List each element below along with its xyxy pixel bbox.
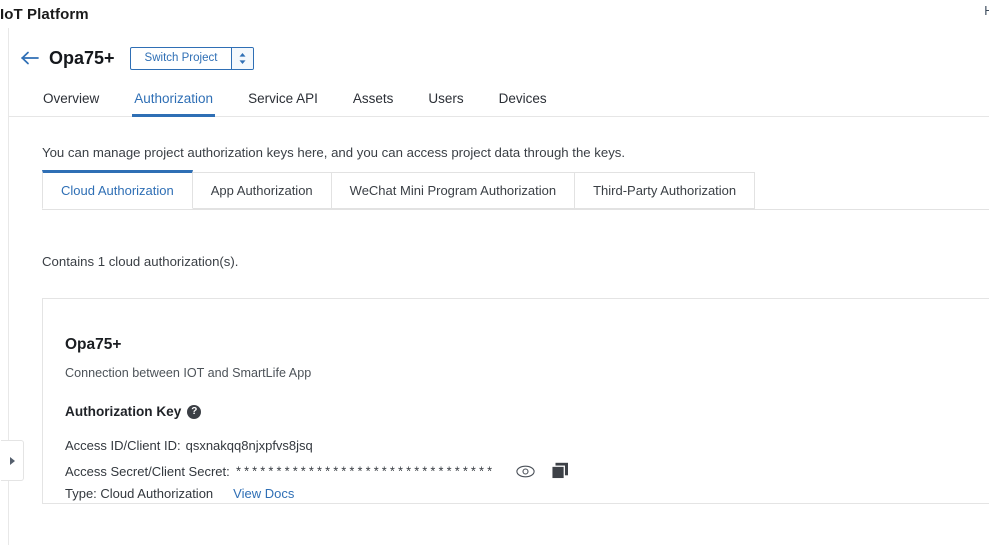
card-subtitle: Connection between IOT and SmartLife App — [65, 366, 312, 380]
access-id-row: Access ID/Client ID: qsxnakqq8njxpfvs8js… — [65, 438, 313, 453]
authorization-type-row: Type: Cloud Authorization View Docs — [65, 486, 294, 501]
switch-project-chevron[interactable] — [231, 47, 254, 69]
main-tab-service-api[interactable]: Service API — [248, 91, 318, 117]
sub-tab-cloud-authorization[interactable]: Cloud Authorization — [42, 170, 193, 209]
reveal-secret-button[interactable] — [516, 465, 535, 478]
chevron-updown-icon — [239, 52, 246, 64]
sub-tab-app-authorization[interactable]: App Authorization — [192, 172, 332, 209]
sub-tab-wechat-mini-program-authorization[interactable]: WeChat Mini Program Authorization — [331, 172, 576, 209]
access-id-label: Access ID/Client ID: — [65, 438, 181, 453]
copy-icon — [551, 462, 568, 480]
access-secret-row: Access Secret/Client Secret: ***********… — [65, 462, 569, 480]
authorization-card: Opa75+ Connection between IOT and SmartL… — [42, 298, 989, 504]
help-icon[interactable]: ? — [187, 404, 202, 419]
main-tab-assets[interactable]: Assets — [353, 91, 394, 117]
project-name: Opa75+ — [49, 47, 115, 68]
sub-tab-bar: Cloud Authorization App Authorization We… — [42, 170, 756, 209]
content-area: You can manage project authorization key… — [9, 118, 989, 545]
main-tab-users[interactable]: Users — [428, 91, 463, 117]
global-header: IoT Platform Hel — [0, 0, 989, 28]
copy-secret-button[interactable] — [551, 462, 569, 480]
sub-tab-third-party-authorization[interactable]: Third-Party Authorization — [575, 172, 756, 209]
main-tab-devices[interactable]: Devices — [499, 91, 547, 117]
authorization-type-label: Type: Cloud Authorization — [65, 486, 214, 501]
sub-tab-divider — [42, 209, 989, 210]
authorization-key-heading: Authorization Key ? — [65, 404, 202, 419]
eye-icon — [516, 465, 535, 477]
authorization-count: Contains 1 cloud authorization(s). — [42, 254, 239, 269]
switch-project-select[interactable]: Switch Project — [129, 46, 255, 70]
access-id-value: qsxnakqq8njxpfvs8jsq — [185, 438, 313, 453]
help-link[interactable]: Hel — [984, 4, 989, 18]
main-tab-overview[interactable]: Overview — [43, 91, 99, 117]
authorization-key-label: Authorization Key — [65, 404, 182, 419]
switch-project-label: Switch Project — [144, 52, 218, 64]
card-title: Opa75+ — [65, 336, 122, 353]
intro-description: You can manage project authorization key… — [42, 145, 626, 160]
access-secret-masked-value: ******************************** — [234, 466, 494, 480]
access-secret-label: Access Secret/Client Secret: — [65, 463, 230, 479]
back-button[interactable] — [17, 47, 43, 69]
project-header-band: Opa75+ Switch Project Overview Authoriza… — [9, 29, 989, 117]
brand-title: IoT Platform — [0, 5, 89, 23]
arrow-left-icon — [21, 51, 39, 65]
project-row: Opa75+ Switch Project — [17, 44, 255, 72]
view-docs-link[interactable]: View Docs — [233, 486, 294, 501]
chevron-right-icon — [9, 456, 15, 465]
main-tab-authorization[interactable]: Authorization — [132, 91, 215, 117]
main-tab-bar: Overview Authorization Service API Asset… — [9, 79, 547, 117]
sidebar-expand-toggle[interactable] — [1, 440, 24, 481]
